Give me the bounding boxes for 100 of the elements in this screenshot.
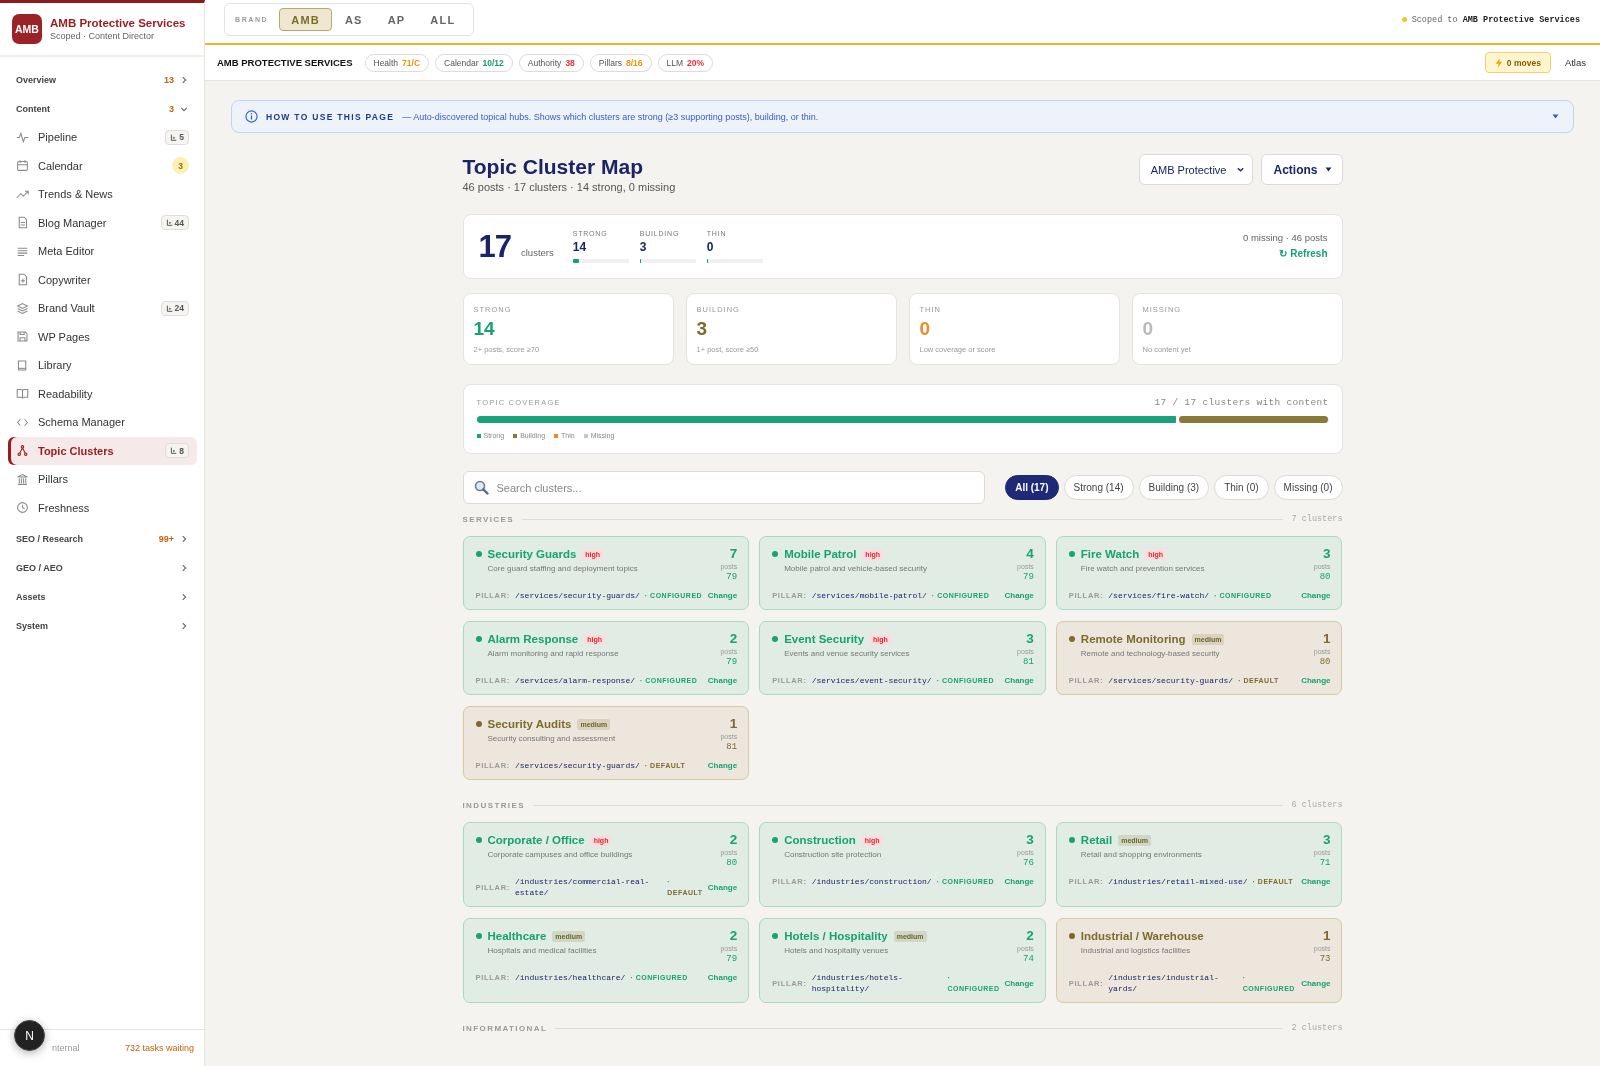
filter-chip[interactable]: All (17): [1005, 475, 1059, 500]
section-count: 6 clusters: [1291, 800, 1343, 810]
section-toggle[interactable]: Content 3: [8, 94, 197, 123]
metric-value: 38: [565, 57, 575, 68]
columns-icon: [16, 472, 29, 486]
filter-chip[interactable]: Thin (0): [1214, 475, 1269, 500]
section-title: SERVICES: [462, 514, 514, 524]
cluster-description: Remote and technology-based security: [1080, 649, 1221, 658]
cluster-name: Fire Watch: [1080, 548, 1140, 560]
post-count: 2: [728, 833, 738, 847]
status-dot-icon: [1068, 551, 1075, 557]
cluster-description: Construction site protection: [784, 850, 883, 859]
cluster-name: Industrial / Warehouse: [1080, 930, 1204, 942]
filter-chip[interactable]: Building (3): [1138, 475, 1210, 500]
stat-value: 14: [473, 318, 496, 340]
status-dot-icon: [772, 551, 779, 557]
nav-item[interactable]: Trends & News: [8, 180, 197, 209]
filter-chip[interactable]: Missing (0): [1273, 475, 1343, 500]
cluster-name: Mobile Patrol: [784, 548, 857, 560]
nav-item[interactable]: Schema Manager: [8, 408, 197, 437]
search-input[interactable]: Search clusters...: [496, 477, 974, 498]
status-dot-icon: [475, 551, 482, 557]
metric-label: Authority: [527, 57, 562, 68]
cluster-name: Construction: [784, 834, 856, 846]
section-toggle[interactable]: GEO / AEO: [8, 553, 197, 582]
cluster-description: Industrial and logistics facilities: [1080, 946, 1192, 955]
cluster-description: Alarm monitoring and rapid response: [487, 649, 619, 658]
status-dot-icon: [475, 721, 482, 727]
item-count: 24: [174, 303, 184, 314]
brand-tab[interactable]: AS: [332, 8, 375, 31]
actions-button[interactable]: Actions: [1261, 154, 1343, 185]
nav-item[interactable]: Library: [8, 351, 197, 380]
nav-item[interactable]: Readability: [8, 379, 197, 408]
item-count: 44: [174, 217, 184, 228]
info-icon: [245, 110, 258, 123]
filter-chip[interactable]: Strong (14): [1063, 475, 1134, 500]
brand-tab[interactable]: ALL: [418, 8, 468, 31]
cluster-name: Healthcare: [487, 930, 547, 942]
nav-item[interactable]: Copywriter: [8, 265, 197, 294]
section-toggle[interactable]: System: [8, 611, 197, 640]
stat-value: 3: [639, 240, 648, 254]
cluster-score: 73: [1318, 954, 1331, 965]
cluster-name: Corporate / Office: [487, 834, 585, 846]
status-dot-icon: [475, 636, 482, 642]
brand-tab[interactable]: AP: [375, 8, 418, 31]
book-icon: [16, 358, 29, 372]
cluster-description: Events and venue security services: [784, 649, 910, 658]
section-toggle[interactable]: SEO / Research 99+: [8, 524, 197, 553]
help-banner[interactable]: HOW TO USE THIS PAGE — Auto-discovered topical hubs. Shows which clusters are strong (≥3 supporting posts), building, or thin.: [231, 100, 1574, 133]
chevron-icon: [1236, 165, 1246, 174]
cluster-score: 76: [1022, 858, 1034, 869]
document-plus-icon: [16, 273, 29, 287]
stat-value: 0: [919, 318, 932, 340]
post-count: 1: [1321, 929, 1331, 943]
cluster-total: 17: [478, 229, 511, 264]
brand-logo: AMB: [12, 14, 42, 44]
banner-text: — Auto-discovered topical hubs. Shows which clusters are strong (≥3 supporting posts), building, or thin.: [402, 111, 819, 122]
floating-button[interactable]: N: [14, 1020, 45, 1051]
search-field[interactable]: Search clusters...: [462, 471, 985, 504]
section-count: 99+: [158, 533, 174, 544]
nav-item[interactable]: WP Pages: [8, 322, 197, 351]
nav-item[interactable]: Calendar 3: [8, 151, 197, 180]
pillar-path: /services/security-guards/: [515, 760, 640, 771]
cluster-score: 81: [1022, 657, 1034, 668]
nav-item[interactable]: Meta Editor: [8, 237, 197, 266]
metric-value: 20%: [687, 57, 705, 68]
metric-label: Health: [373, 57, 399, 68]
cluster-name: Security Guards: [487, 548, 577, 560]
pulse-icon: [16, 130, 29, 144]
nav-item[interactable]: Freshness: [8, 493, 197, 522]
post-count: 3: [1321, 833, 1331, 847]
brand-subtitle: Scoped · Content Director: [50, 30, 156, 42]
nav-item[interactable]: Pillars: [8, 465, 197, 494]
moves-button[interactable]: 0 moves: [1484, 52, 1551, 73]
section-toggle[interactable]: Assets: [8, 582, 197, 611]
brand-tab[interactable]: AMB: [279, 8, 332, 31]
section-count: 7 clusters: [1291, 514, 1343, 524]
nav-item[interactable]: Brand Vault 24: [8, 294, 197, 323]
atlas-link[interactable]: Atlas: [1564, 57, 1586, 68]
summary-meta: 0 missing · 46 posts: [1243, 232, 1328, 243]
post-count: 1: [1321, 632, 1331, 646]
corner-icon: [170, 133, 178, 141]
count-badge: 3: [172, 157, 189, 175]
section-toggle[interactable]: Overview 13: [8, 65, 197, 94]
nav-item[interactable]: Pipeline 5: [8, 123, 197, 152]
brand-select[interactable]: AMB Protective: [1138, 154, 1254, 185]
nav-item[interactable]: Blog Manager 44: [8, 208, 197, 237]
metric-value: 71/C: [402, 57, 421, 68]
tasks-waiting: 732 tasks waiting: [124, 1043, 194, 1053]
cluster-description: Security consulting and assessment: [487, 734, 616, 743]
section-count: 2 clusters: [1291, 1023, 1343, 1033]
scope-label: Scoped to AMB Protective Services: [1411, 14, 1580, 25]
section-title: INFORMATIONAL: [462, 1023, 548, 1033]
stat-value: 14: [572, 240, 588, 254]
cluster-score: 80: [1318, 572, 1331, 583]
corner-icon: [170, 447, 178, 455]
metric-value: 8/16: [626, 57, 643, 68]
cluster-name: Event Security: [784, 633, 865, 645]
nav-item[interactable]: Topic Clusters 8: [8, 436, 197, 465]
metric-label: Pillars: [598, 57, 622, 68]
